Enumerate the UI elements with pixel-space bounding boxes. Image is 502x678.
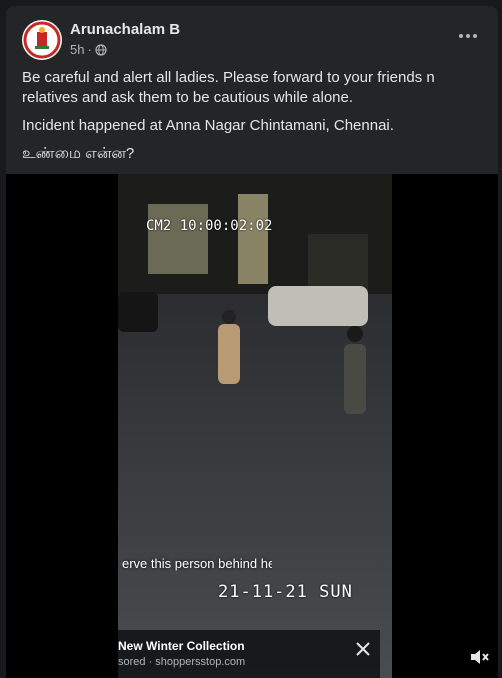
post-meta: 5h ·	[70, 42, 107, 57]
more-dots-icon	[459, 34, 477, 38]
post-body: Be careful and alert all ladies. Please …	[22, 68, 482, 172]
video-player[interactable]: CM2 10:00:02:02 erve this person behind …	[6, 174, 498, 678]
speaker-muted-icon	[471, 650, 489, 664]
author-avatar[interactable]	[22, 20, 62, 60]
post-card: Arunachalam B 5h · Be careful and alert …	[6, 6, 498, 678]
video-frame	[118, 174, 392, 678]
emblem-icon	[23, 21, 61, 59]
post-text-line: Be careful and alert all ladies. Please …	[22, 69, 435, 106]
post-text-line: Incident happened at Anna Nagar Chintama…	[22, 117, 394, 134]
ad-close-button[interactable]	[354, 640, 372, 658]
ad-title[interactable]: New Winter Collection	[118, 639, 245, 653]
ad-banner[interactable]: New Winter Collection sored · shoppersst…	[118, 630, 380, 678]
post-text-line: உண்மை என்ன?	[22, 145, 135, 162]
ad-subtitle: sored · shoppersstop.com	[118, 656, 246, 668]
more-options-button[interactable]	[450, 24, 486, 48]
globe-icon	[95, 43, 107, 56]
camera-timestamp: CM2 10:00:02:02	[146, 218, 273, 234]
author-name[interactable]: Arunachalam B	[70, 21, 180, 38]
mute-button[interactable]	[468, 646, 490, 668]
post-time[interactable]: 5h	[70, 42, 84, 57]
video-caption: erve this person behind her	[122, 556, 272, 571]
close-icon	[356, 642, 370, 656]
meta-separator: ·	[87, 42, 92, 57]
date-stamp: 21-11-21 SUN	[218, 582, 353, 602]
